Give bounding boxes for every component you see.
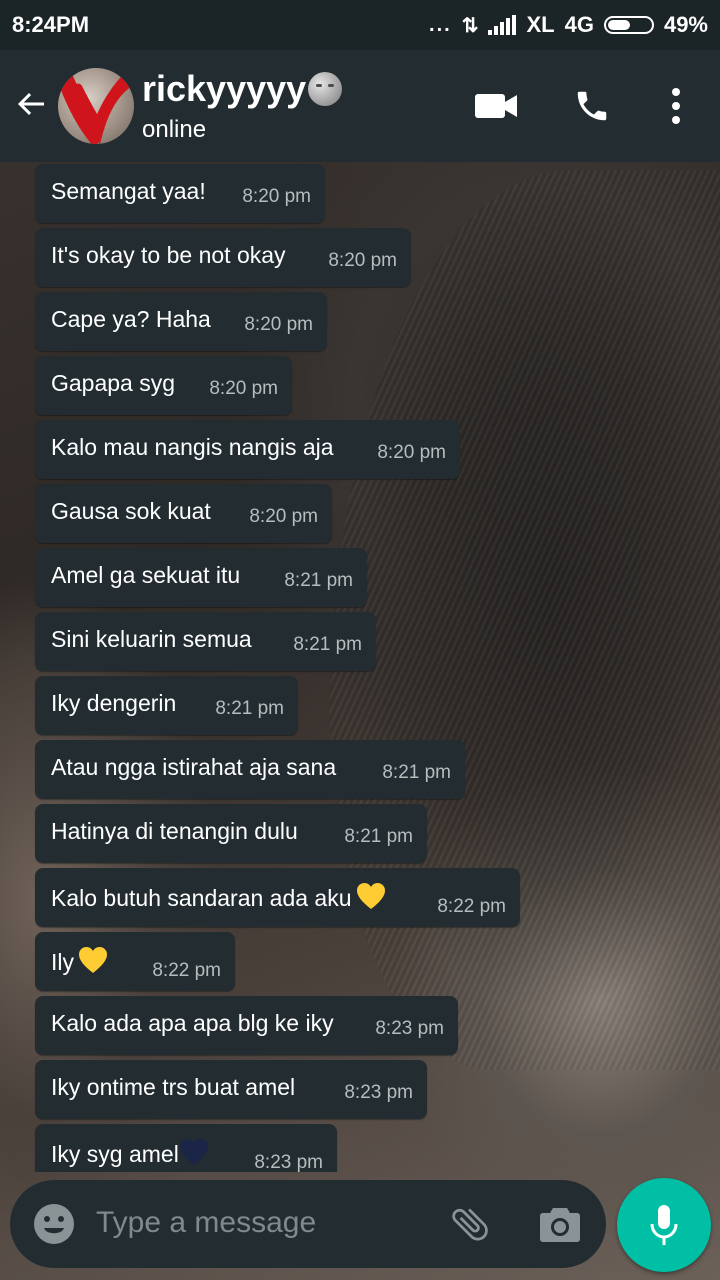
mic-button[interactable] xyxy=(617,1178,711,1272)
message-text: Ily xyxy=(51,946,108,976)
voice-call-button[interactable] xyxy=(568,82,616,130)
more-vert-icon xyxy=(672,88,680,124)
message-bubble[interactable]: It's okay to be not okay 8:20 pm xyxy=(35,228,411,287)
message-input-bar: Type a message xyxy=(10,1180,606,1268)
network-label: 4G xyxy=(564,12,594,37)
message-bubble[interactable]: Iky syg amel 8:23 pm xyxy=(35,1124,337,1172)
video-call-button[interactable] xyxy=(472,82,520,130)
message-bubble[interactable]: Semangat yaa! 8:20 pm xyxy=(35,164,325,223)
emoji-icon[interactable] xyxy=(32,1202,76,1246)
message-time: 8:23 pm xyxy=(254,1152,323,1172)
camera-icon[interactable] xyxy=(538,1202,582,1246)
message-time: 8:20 pm xyxy=(244,314,313,335)
chat-header: rickyyyyy online xyxy=(0,50,720,162)
message-text-content: Kalo butuh sandaran ada aku xyxy=(51,885,352,911)
message-text: Iky ontime trs buat amel xyxy=(51,1074,296,1100)
signal-icon xyxy=(488,15,517,35)
phone-icon xyxy=(577,91,607,121)
message-time: 8:21 pm xyxy=(215,698,284,719)
message-bubble[interactable]: Iky ontime trs buat amel 8:23 pm xyxy=(35,1060,427,1119)
message-bubble[interactable]: Kalo mau nangis nangis aja 8:20 pm xyxy=(35,420,460,479)
mic-icon xyxy=(650,1205,678,1245)
message-bubble[interactable]: Kalo butuh sandaran ada aku 8:22 pm xyxy=(35,868,520,927)
video-call-icon xyxy=(475,94,517,118)
message-text: Hatinya di tenangin dulu xyxy=(51,818,298,844)
message-time: 8:22 pm xyxy=(152,960,221,981)
message-text: Gausa sok kuat xyxy=(51,498,211,524)
message-bubble[interactable]: Atau ngga istirahat aja sana 8:21 pm xyxy=(35,740,465,799)
attach-icon[interactable] xyxy=(448,1202,492,1246)
message-time: 8:21 pm xyxy=(344,826,413,847)
message-text: Semangat yaa! xyxy=(51,178,206,204)
message-time: 8:20 pm xyxy=(209,378,278,399)
message-time: 8:20 pm xyxy=(328,250,397,271)
message-text: Cape ya? Haha xyxy=(51,306,211,332)
message-text: Kalo butuh sandaran ada aku xyxy=(51,882,386,912)
message-text-content: Ily xyxy=(51,949,74,975)
message-time: 8:20 pm xyxy=(377,442,446,463)
avatar-redaction-scribble xyxy=(58,71,134,144)
battery-icon xyxy=(603,16,654,34)
contact-name-text: rickyyyyy xyxy=(142,68,307,109)
message-input[interactable]: Type a message xyxy=(96,1206,316,1240)
message-text-content: Iky syg amel xyxy=(51,1141,179,1167)
contact-name[interactable]: rickyyyyy xyxy=(142,68,343,110)
notification-dots: ... xyxy=(429,13,452,36)
message-time: 8:23 pm xyxy=(375,1018,444,1039)
message-bubble[interactable]: Gausa sok kuat 8:20 pm xyxy=(35,484,332,543)
message-text: Iky dengerin xyxy=(51,690,177,716)
message-time: 8:23 pm xyxy=(344,1082,413,1103)
avatar[interactable] xyxy=(58,68,134,144)
message-bubble[interactable]: Sini keluarin semua 8:21 pm xyxy=(35,612,376,671)
message-text: Amel ga sekuat itu xyxy=(51,562,241,588)
status-time: 8:24PM xyxy=(12,12,90,37)
new-moon-face-icon xyxy=(308,72,343,106)
message-text: Atau ngga istirahat aja sana xyxy=(51,754,337,780)
more-options-button[interactable] xyxy=(652,82,700,130)
data-transfer-icon: ⇅ xyxy=(461,14,479,37)
message-time: 8:21 pm xyxy=(382,762,451,783)
contact-status: online xyxy=(142,116,207,143)
message-bubble[interactable]: Amel ga sekuat itu 8:21 pm xyxy=(35,548,367,607)
message-bubble[interactable]: Ily 8:22 pm xyxy=(35,932,235,991)
message-bubble[interactable]: Gapapa syg 8:20 pm xyxy=(35,356,292,415)
status-indicators: ... ⇅ XL 4G 49% xyxy=(429,12,708,38)
message-text: Gapapa syg xyxy=(51,370,176,396)
status-bar: 8:24PM ... ⇅ XL 4G 49% xyxy=(0,0,720,50)
yellow-heart-icon xyxy=(79,947,107,973)
carrier-label: XL xyxy=(526,12,555,37)
message-text: Kalo mau nangis nangis aja xyxy=(51,434,334,460)
dark-blue-heart-icon xyxy=(179,1139,208,1165)
message-bubble[interactable]: Iky dengerin 8:21 pm xyxy=(35,676,298,735)
message-text: Kalo ada apa apa blg ke iky xyxy=(51,1010,334,1036)
yellow-heart-icon xyxy=(356,883,385,909)
message-text: It's okay to be not okay xyxy=(51,242,286,268)
back-arrow-icon[interactable] xyxy=(14,86,50,122)
message-time: 8:20 pm xyxy=(249,506,318,527)
message-time: 8:22 pm xyxy=(437,896,506,917)
message-time: 8:20 pm xyxy=(242,186,311,207)
message-bubble[interactable]: Cape ya? Haha 8:20 pm xyxy=(35,292,327,351)
message-bubble[interactable]: Hatinya di tenangin dulu 8:21 pm xyxy=(35,804,427,863)
message-bubble[interactable]: Kalo ada apa apa blg ke iky 8:23 pm xyxy=(35,996,458,1055)
message-list[interactable]: Semangat yaa! 8:20 pm It's okay to be no… xyxy=(0,162,720,1172)
battery-percent: 49% xyxy=(663,12,708,37)
message-text: Iky syg amel xyxy=(51,1138,209,1168)
message-time: 8:21 pm xyxy=(284,570,353,591)
message-time: 8:21 pm xyxy=(293,634,362,655)
message-text: Sini keluarin semua xyxy=(51,626,252,652)
